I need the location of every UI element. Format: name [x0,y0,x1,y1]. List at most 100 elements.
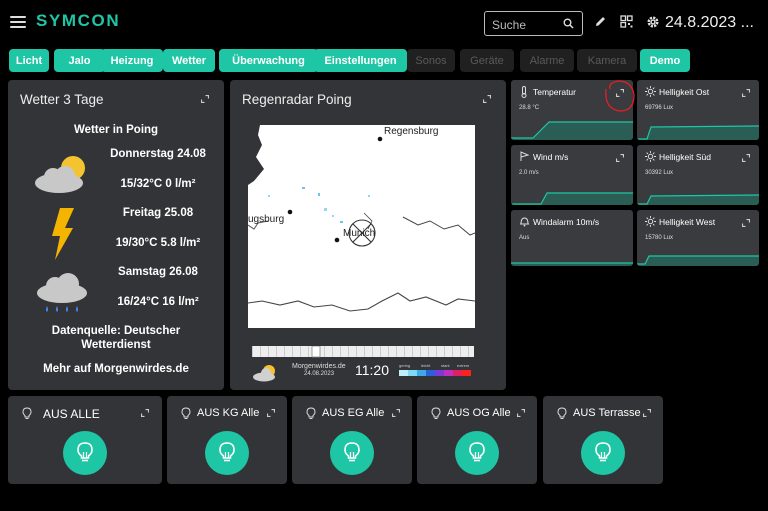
city-label-augsburg: ugsburg [248,214,285,225]
sensor-title: Wind m/s [533,152,569,162]
button-card-aus-og-alle[interactable]: AUS OG Alle [417,396,537,484]
expand-icon[interactable] [742,219,750,227]
lightbulb-icon [181,407,191,419]
data-source-line2: Wetterdienst [81,339,151,351]
radar-map[interactable]: Regensburg ugsburg Munich [248,125,475,328]
expand-icon[interactable] [267,409,275,417]
sensor-sparkline [511,262,633,266]
sun-icon [645,151,656,162]
sensor-value: 2.0 m/s [519,170,539,176]
expand-icon[interactable] [742,154,750,162]
tab-jalo[interactable]: Jalo [54,49,105,72]
tab-wetter[interactable]: Wetter [163,49,215,72]
legend-label-gering: gering [399,363,411,368]
radar-map-image [248,125,475,328]
button-card-title: AUS ALLE [43,407,100,421]
button-card-title: AUS EG Alle [322,407,385,419]
sensor-tile-windalarm[interactable]: Windalarm 10m/s Aus [511,210,633,266]
expand-icon[interactable] [201,95,209,103]
expand-icon[interactable] [742,89,750,97]
lightning-icon [52,208,74,260]
sensor-title: Temperatur [533,87,576,97]
sun-icon [645,216,656,227]
lightbulb-icon [469,442,485,462]
sensor-tile-helligkeit-sued[interactable]: Helligkeit Süd 30392 Lux [637,145,759,205]
button-card-title: AUS KG Alle [197,407,260,419]
sensor-sparkline [637,194,759,205]
lightbulb-icon [595,442,611,462]
weather-heading: Wetter in Poing [73,124,159,136]
tab-licht[interactable]: Licht [9,49,49,72]
tab-kamera[interactable]: Kamera [577,49,637,72]
search-input[interactable]: Suche [484,11,583,36]
expand-icon[interactable] [141,409,149,417]
day-3-title: Samstag 26.08 [118,266,198,278]
expand-icon[interactable] [643,409,651,417]
button-card-title: AUS Terrasse [573,407,641,419]
radar-time: 11:20 [355,362,389,378]
lightbulb-icon [344,442,360,462]
button-card-aus-terrasse[interactable]: AUS Terrasse [543,396,663,484]
radar-timeline: Morgenwirdes.de 24.08.2023 11:20 gering … [248,346,475,386]
sensor-tile-helligkeit-ost[interactable]: Helligkeit Ost 69796 Lux [637,80,759,140]
sensor-sparkline [637,125,759,140]
sensor-title: Helligkeit West [659,217,716,227]
button-card-aus-kg-alle[interactable]: AUS KG Alle [167,396,287,484]
weather-card-title: Wetter 3 Tage [20,92,104,107]
sensor-value: 30392 Lux [645,170,674,176]
radar-date: 24.08.2023 [304,371,335,377]
expand-icon[interactable] [616,154,624,162]
edit-pencil-icon[interactable] [594,15,607,28]
search-icon[interactable] [563,18,574,29]
expand-icon[interactable] [483,95,491,103]
sun-icon [645,86,656,97]
tab-geraete[interactable]: Geräte [460,49,514,72]
sensor-title: Helligkeit Ost [659,87,710,97]
annotation-circle [605,80,635,112]
radar-time-ticks[interactable] [252,346,479,358]
tab-heizung[interactable]: Heizung [101,49,163,72]
sensor-sparkline [637,255,759,266]
expand-icon[interactable] [392,409,400,417]
button-card-aus-eg-alle[interactable]: AUS EG Alle [292,396,412,484]
sensor-tile-wind[interactable]: Wind m/s 2.0 m/s [511,145,633,205]
lightbulb-icon [22,407,32,419]
sensor-value: 69796 Lux [645,105,674,111]
gear-icon[interactable] [646,15,660,29]
radar-card-title: Regenradar Poing [242,92,352,107]
button-card-aus-alle[interactable]: AUS ALLE [8,396,162,484]
bell-icon [520,217,529,227]
sensor-value: Aus [519,235,530,241]
day-2-title: Freitag 25.08 [122,207,194,219]
lightbulb-button[interactable] [581,431,625,475]
more-link[interactable]: Mehr auf Morgenwirdes.de [8,363,224,375]
tab-einstellungen[interactable]: Einstellungen [314,49,407,72]
button-card-title: AUS OG Alle [447,407,511,419]
lightbulb-button[interactable] [455,431,499,475]
lightbulb-icon [219,442,235,462]
thermometer-icon [521,86,527,98]
symcon-logo: SYMCON [36,11,121,30]
tab-alarme[interactable]: Alarme [520,49,574,72]
sensor-tile-helligkeit-west[interactable]: Helligkeit West 15780 Lux [637,210,759,266]
sensor-value: 28.8 °C [519,105,540,111]
radar-brand: Morgenwirdes.de [292,363,346,370]
lightbulb-button[interactable] [330,431,374,475]
partly-cloudy-icon [253,365,275,382]
tab-sonos[interactable]: Sonos [407,49,455,72]
day-1-title: Donnerstag 24.08 [110,148,206,160]
menu-icon[interactable] [10,16,26,28]
tab-ueberwachung[interactable]: Überwachung [219,49,318,72]
tab-demo[interactable]: Demo [640,49,690,72]
lightbulb-button[interactable] [63,431,107,475]
qr-code-icon[interactable] [620,15,633,28]
expand-icon[interactable] [517,409,525,417]
legend-label-extrem: extrem [457,363,470,368]
lightbulb-icon [77,442,93,462]
lightbulb-button[interactable] [205,431,249,475]
radar-color-scale [399,370,471,376]
sensor-sparkline [511,192,633,205]
day-2-detail: 19/30°C 5.8 l/m² [115,237,201,249]
legend-label-leicht: leicht [421,363,431,368]
lightbulb-icon [557,407,567,419]
